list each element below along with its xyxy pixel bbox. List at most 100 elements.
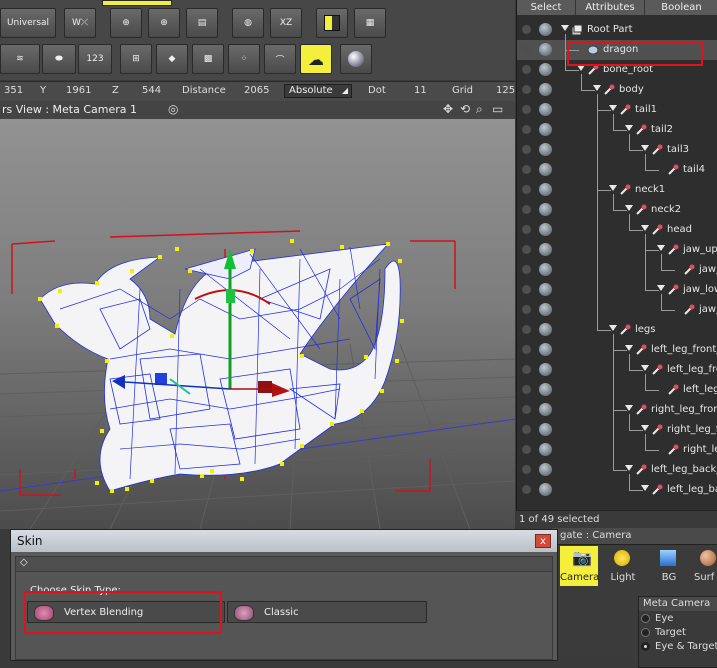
capsule-button[interactable]: ⬬ [42,44,76,74]
visibility-icon[interactable] [522,65,531,74]
lock-ball-icon[interactable] [539,163,552,176]
coordinate-mode-select[interactable]: Absolute ◢ [284,84,352,98]
target-button[interactable]: ⊕ [148,8,180,38]
camera-tab[interactable]: 📷 Camera [560,546,599,586]
visibility-icon[interactable] [522,465,531,474]
surface-tab[interactable]: Surf [694,546,717,586]
skin-section-header[interactable]: ◇ [16,557,552,572]
lock-ball-icon[interactable] [539,343,552,356]
visibility-icon[interactable] [522,285,531,294]
tree-row[interactable]: jaw_lowe [517,280,717,300]
lock-ball-icon[interactable] [539,383,552,396]
expand-arrow-icon[interactable] [561,25,569,31]
lock-ball-icon[interactable] [539,23,552,36]
visibility-icon[interactable] [522,165,531,174]
lock-ball-icon[interactable] [539,83,552,96]
tree-row[interactable]: left_leg_back [517,480,717,500]
tree-row[interactable]: jaw_lo [517,300,717,320]
visibility-icon[interactable] [522,185,531,194]
lock-ball-icon[interactable] [539,103,552,116]
lock-ball-icon[interactable] [539,203,552,216]
sphere-button[interactable] [340,44,372,74]
visibility-icon[interactable] [522,125,531,134]
scene-canvas[interactable] [0,119,515,529]
lattice-button[interactable]: ▩ [192,44,224,74]
grid-button[interactable]: ▦ [354,8,386,38]
lock-ball-icon[interactable] [539,463,552,476]
tree-row[interactable]: neck1 [517,180,717,200]
visibility-icon[interactable] [522,25,531,34]
visibility-icon[interactable] [522,225,531,234]
lock-ball-icon[interactable] [539,283,552,296]
view-settings-icon[interactable]: ◎ [168,102,178,116]
visibility-icon[interactable] [522,45,531,54]
fit-view-icon[interactable]: ▭ [492,102,503,116]
bg-tab[interactable]: BG [650,546,688,586]
tab-attributes[interactable]: Attributes [576,0,645,15]
active-tool-indicator[interactable] [102,0,172,6]
tree-row[interactable]: tail4 [517,160,717,180]
tree-row[interactable]: jaw_u [517,260,717,280]
points-button[interactable]: ⁘ [228,44,260,74]
visibility-icon[interactable] [522,145,531,154]
visibility-icon[interactable] [522,205,531,214]
lock-ball-icon[interactable] [539,123,552,136]
close-button[interactable]: x [535,534,551,548]
skin-dialog-titlebar[interactable]: Skin x [11,530,557,552]
universal-mode-button[interactable]: Universal [0,8,56,38]
pan-icon[interactable]: ✥ [443,102,453,116]
tree-row[interactable]: body [517,80,717,100]
lock-ball-icon[interactable] [539,183,552,196]
lock-ball-icon[interactable] [539,223,552,236]
tree-row[interactable]: left_leg_f [517,380,717,400]
light-tab[interactable]: Light [604,546,642,586]
tree-row[interactable]: tail1 [517,100,717,120]
lock-ball-icon[interactable] [539,263,552,276]
lock-ball-icon[interactable] [539,483,552,496]
lock-ball-icon[interactable] [539,143,552,156]
tree-row[interactable]: head [517,220,717,240]
visibility-icon[interactable] [522,365,531,374]
weld-tool-button[interactable]: W⤫ [64,8,96,38]
lock-ball-icon[interactable] [539,43,552,56]
lock-ball-icon[interactable] [539,423,552,436]
visibility-icon[interactable] [522,245,531,254]
lock-ball-icon[interactable] [539,243,552,256]
visibility-icon[interactable] [522,445,531,454]
visibility-icon[interactable] [522,385,531,394]
skin-tool-button[interactable]: ☁ [300,44,332,74]
zoom-icon[interactable]: ⌕ [476,102,483,117]
perspective-viewport[interactable] [0,119,515,529]
lock-ball-icon[interactable] [539,363,552,376]
lock-ball-icon[interactable] [539,323,552,336]
spring-button[interactable]: ≋ [0,44,40,74]
tree-row[interactable]: Root Part [517,20,717,40]
tree-row[interactable]: right_leg_ [517,440,717,460]
visibility-icon[interactable] [522,325,531,334]
visibility-icon[interactable] [522,305,531,314]
xz-plane-button[interactable]: XZ [270,8,302,38]
numeric-button[interactable]: 123 [78,44,112,74]
tab-select[interactable]: Select [517,0,576,15]
cube-button[interactable]: ◆ [156,44,188,74]
visibility-icon[interactable] [522,405,531,414]
curve-button[interactable]: ⌒ [264,44,296,74]
crosshair-button[interactable]: ⊕ [110,8,142,38]
tree-row[interactable]: tail3 [517,140,717,160]
visibility-icon[interactable] [522,485,531,494]
lock-ball-icon[interactable] [539,303,552,316]
quad-view-button[interactable] [316,8,348,38]
lock-ball-icon[interactable] [539,63,552,76]
tree-row[interactable]: legs [517,320,717,340]
steps-button[interactable]: ▤ [186,8,218,38]
tree-row[interactable]: jaw_uppe [517,240,717,260]
mesh-grid-button[interactable]: ⊞ [120,44,152,74]
tree-row[interactable]: right_leg_fro [517,420,717,440]
classic-button[interactable]: Classic [227,601,427,623]
lock-ball-icon[interactable] [539,443,552,456]
view-title[interactable]: rs View : Meta Camera 1 [2,103,137,116]
tab-boolean[interactable]: Boolean [645,0,717,15]
globe-button[interactable]: ◍ [232,8,264,38]
lock-ball-icon[interactable] [539,403,552,416]
visibility-icon[interactable] [522,345,531,354]
